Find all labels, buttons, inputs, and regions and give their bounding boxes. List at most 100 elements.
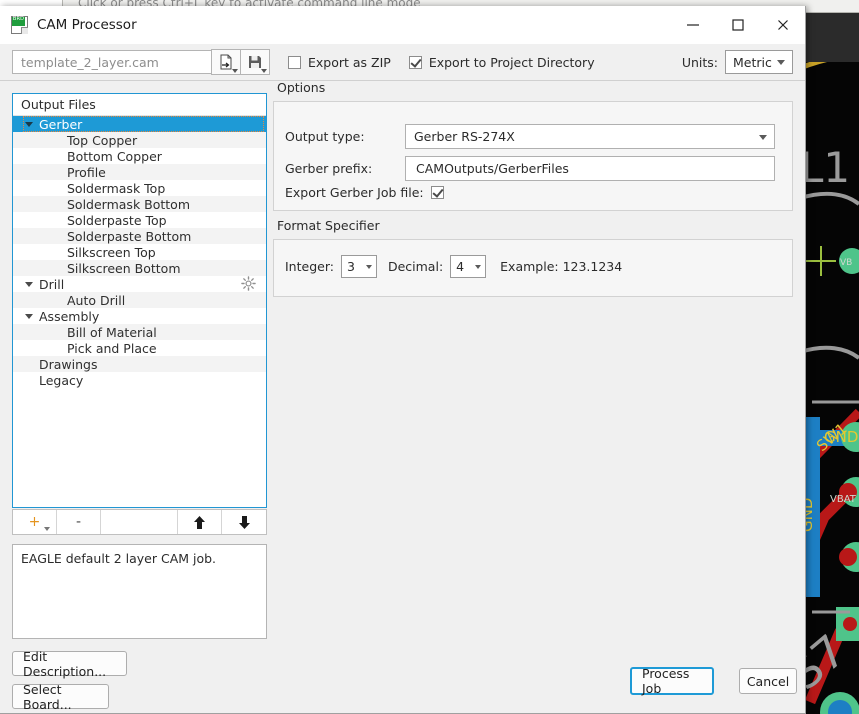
output-type-label: Output type: xyxy=(285,129,365,144)
gerber-job-file-label: Export Gerber Job file: xyxy=(285,185,424,200)
export-to-project-directory-box[interactable] xyxy=(408,55,422,69)
format-example-text: Example: 123.1234 xyxy=(500,259,623,274)
cancel-button[interactable]: Cancel xyxy=(739,668,797,694)
gerber-prefix-label: Gerber prefix: xyxy=(285,161,373,176)
units-label: Units: xyxy=(681,54,718,70)
gerber-job-file-row: Export Gerber Job file: xyxy=(285,185,444,200)
tree-item-label: Solderpaste Top xyxy=(67,212,167,228)
tree-item-top-copper[interactable]: Top Copper xyxy=(13,132,266,148)
export-to-project-directory-label: Export to Project Directory xyxy=(428,54,595,70)
tree-item-label: Soldermask Top xyxy=(67,180,166,196)
tree-item-label: Silkscreen Top xyxy=(67,244,156,260)
maximize-button[interactable] xyxy=(715,6,760,44)
add-dropdown-caret-icon[interactable] xyxy=(44,527,50,531)
tree-item-soldermask-bottom[interactable]: Soldermask Bottom xyxy=(13,196,266,212)
chevron-down-icon[interactable] xyxy=(23,313,35,319)
tree-item-label: Solderpaste Bottom xyxy=(67,228,192,244)
tree-item-label: Drawings xyxy=(39,356,98,372)
gear-icon[interactable] xyxy=(241,276,256,291)
integer-digits-select[interactable]: 3 xyxy=(340,255,377,278)
tree-item-label: Bottom Copper xyxy=(67,148,162,164)
move-down-button[interactable] xyxy=(222,510,266,534)
tree-item-bottom-copper[interactable]: Bottom Copper xyxy=(13,148,266,164)
tree-item-bill-of-material[interactable]: Bill of Material xyxy=(13,324,266,340)
tree-item-label: Pick and Place xyxy=(67,340,157,356)
gerber-job-file-checkbox[interactable] xyxy=(430,186,444,199)
export-as-zip-box[interactable] xyxy=(288,55,301,69)
process-job-button[interactable]: Process Job xyxy=(630,666,714,696)
format-specifier-row: Integer: 3 Decimal: 4 Example: 123.1234 xyxy=(285,255,622,278)
tree-item-label: Auto Drill xyxy=(67,292,126,308)
tree-item-drawings[interactable]: Drawings xyxy=(13,356,266,372)
units-select[interactable]: Metric xyxy=(725,50,793,74)
decimal-label: Decimal: xyxy=(387,259,444,274)
chevron-down-icon xyxy=(777,60,785,65)
open-dropdown-caret-icon[interactable] xyxy=(232,69,238,73)
close-button[interactable] xyxy=(760,6,805,44)
screen-root: L1 VB SW1 GND GND VBAT S7 Click or press… xyxy=(0,0,859,714)
tree-item-profile[interactable]: Profile xyxy=(13,164,266,180)
tree-item-solderpaste-top[interactable]: Solderpaste Top xyxy=(13,212,266,228)
tree-item-label: Assembly xyxy=(39,308,100,324)
tree-item-auto-drill[interactable]: Auto Drill xyxy=(13,292,266,308)
output-type-value: Gerber RS-274X xyxy=(414,129,515,144)
add-output-label: + xyxy=(28,514,41,530)
tree-toolbar-spacer xyxy=(101,510,178,534)
dialog-toolbar: template_2_layer.cam Export as ZIP Expor… xyxy=(0,44,805,81)
output-type-select[interactable]: Gerber RS-274X xyxy=(405,124,775,149)
add-output-button[interactable]: + xyxy=(13,510,57,534)
tree-item-drill[interactable]: Drill xyxy=(13,276,266,292)
tree-item-soldermask-top[interactable]: Soldermask Top xyxy=(13,180,266,196)
job-description-textarea[interactable]: EAGLE default 2 layer CAM job. xyxy=(12,544,267,639)
output-files-tree[interactable]: Output Files Gerber Top Copper Bottom Copp… xyxy=(12,93,267,508)
chevron-down-icon xyxy=(759,134,767,140)
integer-digits-value: 3 xyxy=(346,259,355,274)
chevron-down-icon xyxy=(365,264,372,269)
gerber-prefix-input[interactable]: CAMOutputs/GerberFiles xyxy=(405,156,775,181)
tree-item-silkscreen-bottom[interactable]: Silkscreen Bottom xyxy=(13,260,266,276)
chevron-down-icon xyxy=(475,264,482,269)
tree-item-legacy[interactable]: Legacy xyxy=(13,372,266,388)
remove-output-label: - xyxy=(75,514,82,530)
remove-output-button[interactable]: - xyxy=(57,510,101,534)
units-value: Metric xyxy=(733,54,772,70)
units-control: Units: Metric xyxy=(682,50,793,74)
export-as-zip-checkbox[interactable]: Export as ZIP xyxy=(288,55,391,70)
tree-item-label: Top Copper xyxy=(67,132,138,148)
dialog-body: Output Files Gerber Top Copper Bottom Copp… xyxy=(0,80,805,713)
svg-text:GND: GND xyxy=(824,428,858,446)
svg-text:VBAT: VBAT xyxy=(830,494,857,505)
arrow-down-icon xyxy=(238,515,250,529)
open-file-icon[interactable] xyxy=(211,49,241,75)
tree-item-label: Drill xyxy=(39,276,65,292)
focus-outline xyxy=(23,116,264,132)
tree-item-pick-and-place[interactable]: Pick and Place xyxy=(13,340,266,356)
integer-label: Integer: xyxy=(285,259,334,274)
output-type-row: Output type: Gerber RS-274X xyxy=(285,124,775,149)
window-controls xyxy=(670,6,805,44)
cam-file-input[interactable]: template_2_layer.cam xyxy=(12,50,212,74)
gerber-prefix-row: Gerber prefix: CAMOutputs/GerberFiles xyxy=(285,156,775,181)
svg-text:L1: L1 xyxy=(800,143,850,192)
output-files-header: Output Files xyxy=(13,94,266,116)
minimize-button[interactable] xyxy=(670,6,715,44)
chevron-down-icon[interactable] xyxy=(23,281,35,287)
tree-rows: Gerber Top Copper Bottom Copper Profile Sold… xyxy=(13,116,266,388)
options-group-title: Options xyxy=(277,80,326,95)
tree-item-assembly[interactable]: Assembly xyxy=(13,308,266,324)
format-specifier-group-title: Format Specifier xyxy=(277,218,380,233)
save-disk-icon[interactable] xyxy=(240,49,270,75)
save-dropdown-caret-icon[interactable] xyxy=(261,69,267,73)
decimal-digits-select[interactable]: 4 xyxy=(450,255,487,278)
tree-item-solderpaste-bottom[interactable]: Solderpaste Bottom xyxy=(13,228,266,244)
export-to-project-directory-checkbox[interactable]: Export to Project Directory xyxy=(408,54,595,70)
tree-item-label: Legacy xyxy=(39,372,84,388)
export-as-zip-label: Export as ZIP xyxy=(308,54,391,70)
dialog-titlebar[interactable]: CAM Processor xyxy=(0,6,805,44)
tree-item-gerber[interactable]: Gerber xyxy=(13,116,266,132)
move-up-button[interactable] xyxy=(178,510,222,534)
tree-item-label: Bill of Material xyxy=(67,324,157,340)
tree-toolbar: + - xyxy=(12,509,267,535)
tree-item-silkscreen-top[interactable]: Silkscreen Top xyxy=(13,244,266,260)
tree-item-label: Silkscreen Bottom xyxy=(67,260,181,276)
